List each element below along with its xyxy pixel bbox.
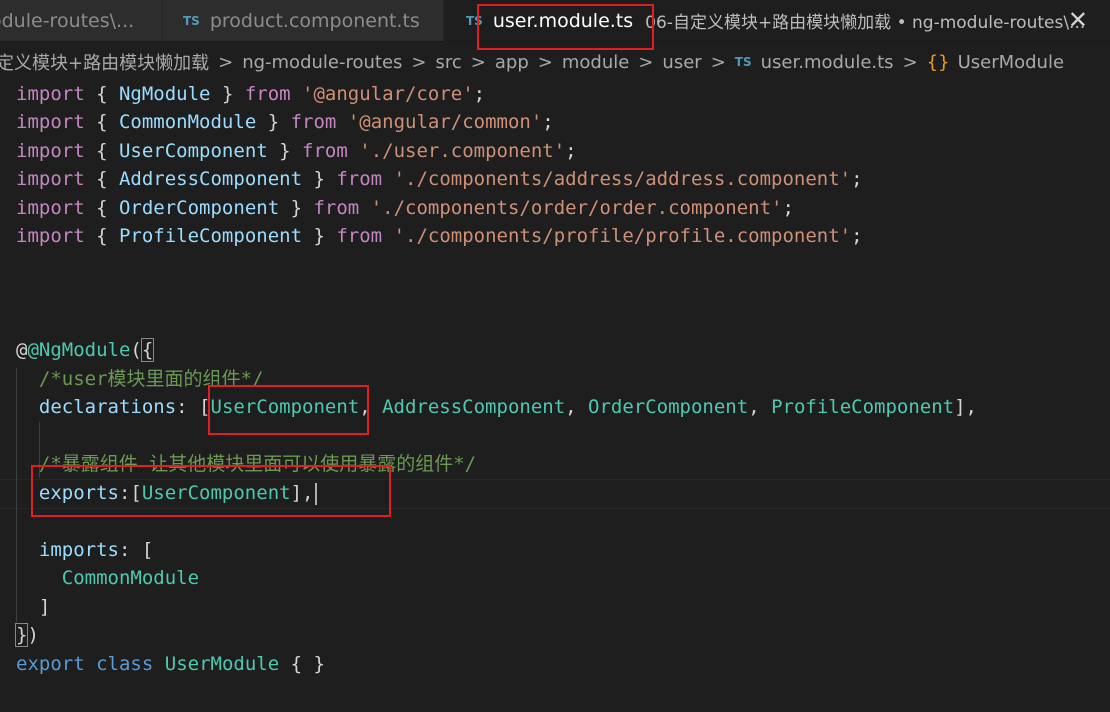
breadcrumb-separator: > (902, 51, 918, 73)
breadcrumb: 定义模块+路由模块懒加载 > ng-module-routes > src > … (0, 42, 1110, 82)
tab-bar: odule-routes\... TS product.component.ts… (0, 0, 1110, 42)
code-line: import { OrderComponent } from './compon… (16, 197, 794, 219)
tab-product-component[interactable]: TS product.component.ts (163, 0, 444, 41)
code-line: exports:[UserComponent], (16, 479, 318, 507)
code-line: /*user模块里面的组件*/ (38, 368, 264, 390)
code-line: import { NgModule } from '@angular/core'… (16, 83, 486, 105)
code-line: import { AddressComponent } from './comp… (16, 168, 863, 190)
editor-window: odule-routes\... TS product.component.ts… (0, 0, 1110, 712)
tab-label: product.component.ts (209, 9, 420, 32)
breadcrumb-file[interactable]: user.module.ts (761, 52, 894, 73)
typescript-file-icon: TS (183, 13, 200, 28)
code-line: @@NgModule({ (16, 338, 155, 362)
breadcrumb-symbol[interactable]: UserModule (958, 52, 1064, 73)
breadcrumb-item[interactable]: 定义模块+路由模块懒加载 (0, 49, 209, 75)
breadcrumb-item[interactable]: user (662, 52, 701, 73)
breadcrumb-separator: > (411, 51, 427, 73)
breadcrumb-item[interactable]: module (562, 52, 629, 73)
breadcrumb-separator: > (218, 51, 234, 73)
breadcrumb-item[interactable]: app (495, 52, 529, 73)
breadcrumb-separator: > (710, 51, 726, 73)
breadcrumb-item[interactable]: src (436, 52, 462, 73)
breadcrumb-separator: > (470, 51, 486, 73)
text-cursor (315, 482, 318, 505)
code-line: imports: [ (38, 539, 154, 561)
code-line: import { CommonModule } from '@angular/c… (16, 111, 554, 133)
breadcrumb-separator: > (537, 51, 553, 73)
typescript-file-icon: TS (734, 55, 752, 69)
close-icon[interactable]: ✕ (1068, 6, 1088, 34)
code-line: ] (38, 596, 51, 618)
tab-routes[interactable]: odule-routes\... (0, 0, 163, 41)
code-line: export class UserModule { } (16, 653, 325, 675)
code-line: import { ProfileComponent } from './comp… (16, 225, 863, 247)
tab-user-module[interactable]: TS user.module.ts 06-自定义模块+路由模块懒加载 • ng-… (444, 0, 1110, 41)
typescript-file-icon: TS (466, 13, 483, 28)
code-line: }) (14, 623, 39, 647)
breadcrumb-separator: > (638, 51, 654, 73)
tab-description: 06-自定义模块+路由模块懒加载 • ng-module-routes\... (645, 13, 1086, 33)
code-line: /*暴露组件 让其他模块里面可以使用暴露的组件*/ (38, 453, 477, 475)
code-line: import { UserComponent } from './user.co… (16, 140, 577, 162)
tab-label: user.module.ts (492, 9, 634, 32)
code-line: declarations: [UserComponent, AddressCom… (38, 396, 977, 418)
code-line: CommonModule (61, 567, 200, 589)
tab-label: odule-routes\... (0, 9, 135, 32)
class-symbol-icon: {} (926, 51, 950, 73)
breadcrumb-item[interactable]: ng-module-routes (242, 52, 402, 73)
